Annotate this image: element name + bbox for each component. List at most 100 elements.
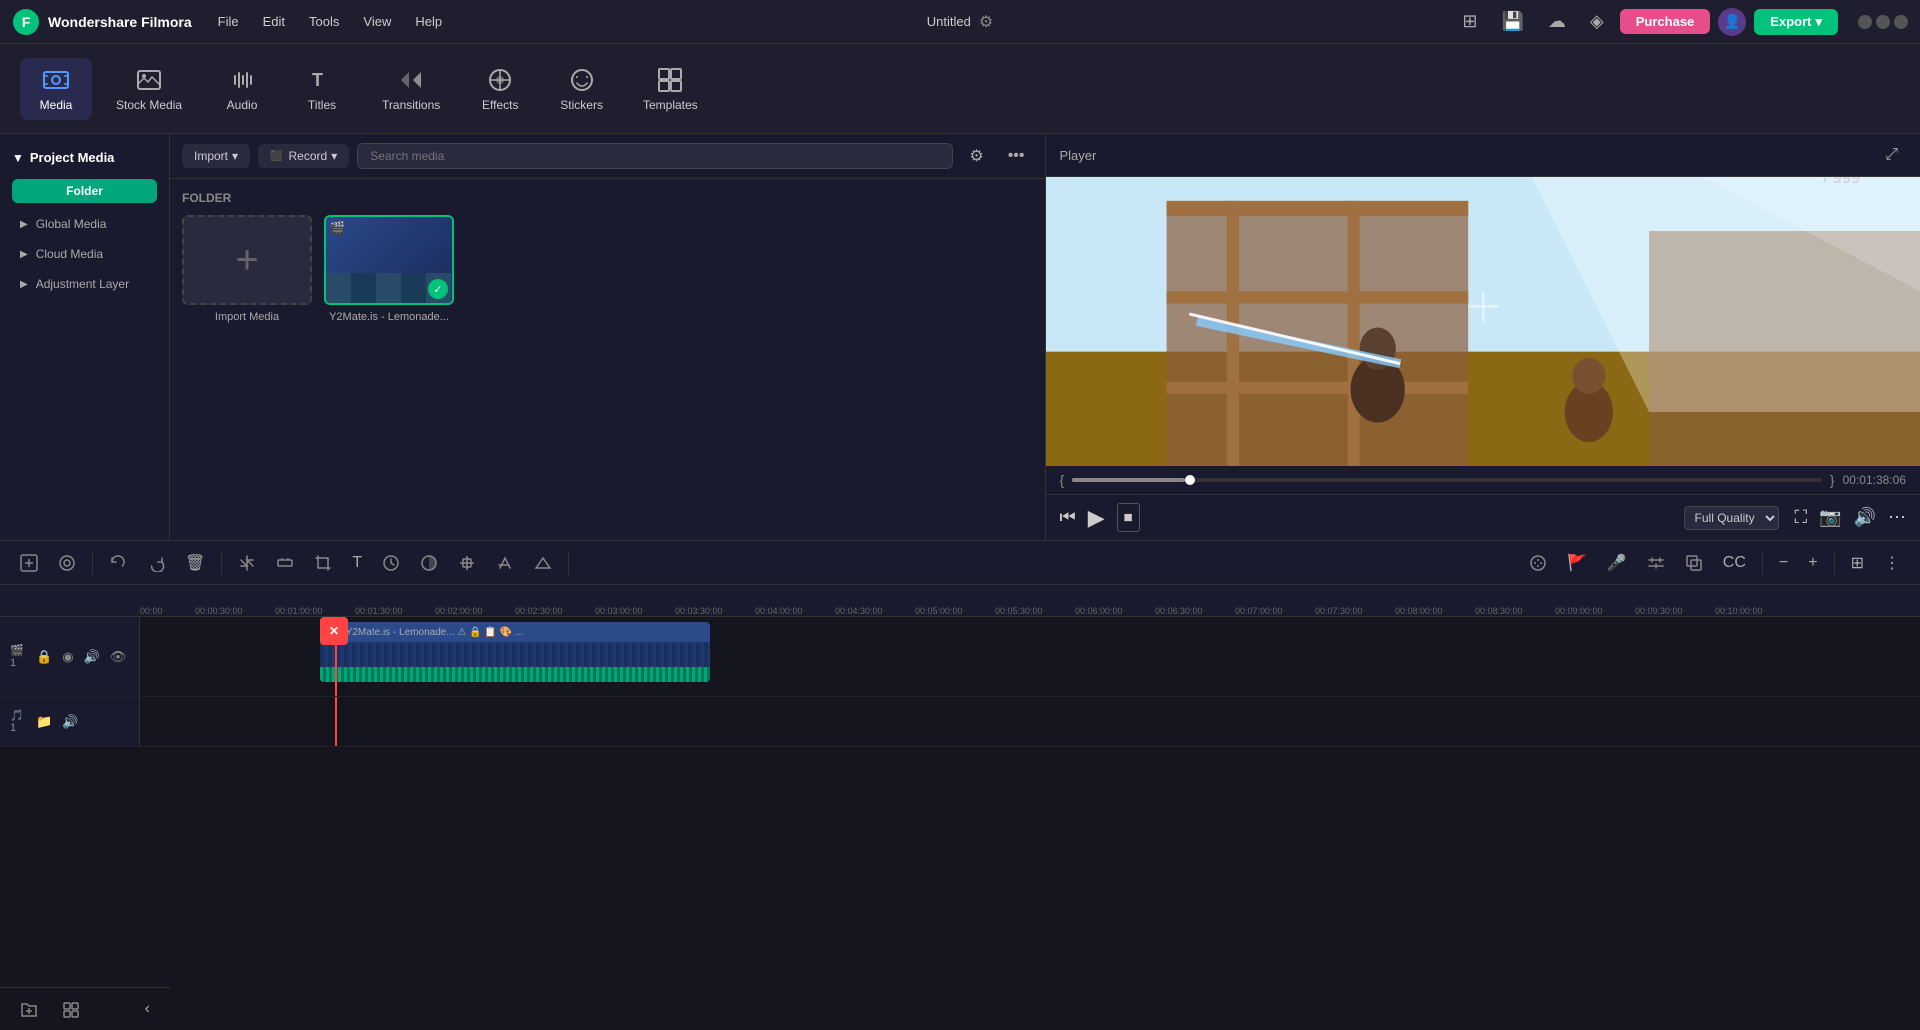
stabilize-btn[interactable]: [450, 550, 484, 576]
quality-select[interactable]: Full Quality 1/2 Quality 1/4 Quality: [1684, 506, 1779, 530]
divider-1: [92, 551, 93, 575]
full-screen-btn[interactable]: ⛶: [1795, 507, 1808, 528]
text-btn[interactable]: T: [344, 550, 370, 576]
tool-transitions[interactable]: Transitions: [366, 58, 456, 120]
audio-folder-btn[interactable]: 📁: [34, 712, 54, 732]
player-timeline: { } 00:01:38:06: [1046, 466, 1920, 494]
speed-btn[interactable]: [374, 550, 408, 576]
video-mute-btn[interactable]: 🔊: [82, 647, 102, 667]
record-dropdown-icon: ▾: [331, 149, 337, 163]
video-media-item[interactable]: 🎬 ✓ Y2Mate.is - Lemonade...: [324, 215, 454, 323]
tool-stickers[interactable]: Stickers: [544, 58, 619, 120]
search-input[interactable]: [357, 143, 953, 169]
audio-mix-btn[interactable]: [1639, 550, 1673, 576]
cloud-icon[interactable]: ☁: [1540, 7, 1574, 36]
progress-thumb[interactable]: [1185, 475, 1195, 485]
video-clip[interactable]: 🎬 Y2Mate.is - Lemonade... ⚠ 🔒 📋 🎨 ...: [320, 622, 710, 682]
tool-effects[interactable]: Effects: [464, 58, 536, 120]
save-icon[interactable]: 💾: [1493, 7, 1531, 36]
audio-detach-btn[interactable]: [268, 550, 302, 576]
delete-btn[interactable]: 🗑: [177, 549, 213, 577]
templates-icon: [656, 66, 684, 94]
maximize-button[interactable]: □: [1876, 15, 1890, 29]
video-eye-btn[interactable]: 👁: [108, 647, 129, 667]
video-solo-btn[interactable]: ◉: [60, 647, 75, 667]
filmora-icon[interactable]: ◈: [1582, 7, 1612, 36]
ai-tools-btn[interactable]: [488, 550, 522, 576]
audio-track-row: 🎵 1 📁 🔊: [0, 697, 1920, 747]
audio-track-number: 🎵 1: [10, 709, 28, 734]
import-media-item[interactable]: + Import Media: [182, 215, 312, 323]
tool-media[interactable]: Media: [20, 58, 92, 120]
zoom-in-btn[interactable]: +: [1800, 550, 1825, 576]
export-label: Export: [1770, 14, 1811, 29]
close-button[interactable]: ✕: [1894, 15, 1908, 29]
stop-btn[interactable]: ⏹: [1117, 503, 1140, 532]
menu-tools[interactable]: Tools: [299, 10, 349, 33]
video-media-label: Y2Mate.is - Lemonade...: [329, 311, 449, 323]
folder-button[interactable]: Folder: [12, 179, 157, 203]
magic-wand-btn[interactable]: [1521, 550, 1555, 576]
tool-media-label: Media: [40, 98, 73, 112]
more-btn[interactable]: •••: [1000, 143, 1033, 169]
import-button[interactable]: Import ▾: [182, 144, 250, 168]
expand-icon: ▶: [20, 219, 28, 230]
menu-file[interactable]: File: [208, 10, 249, 33]
crop-btn[interactable]: [306, 550, 340, 576]
captions-btn[interactable]: CC: [1715, 550, 1754, 576]
zoom-out-btn[interactable]: −: [1771, 550, 1796, 576]
transition-btn[interactable]: [526, 550, 560, 576]
timeline-more-btn[interactable]: ⋮: [1876, 549, 1908, 577]
volume-btn[interactable]: 🔊: [1854, 507, 1876, 528]
filter-btn[interactable]: ⚙: [961, 142, 991, 170]
split-btn[interactable]: [230, 550, 264, 576]
timeline-layout-btn[interactable]: ⊞: [1843, 549, 1872, 577]
fit-to-screen-btn[interactable]: [50, 550, 84, 576]
sidebar-collapse-icon[interactable]: ▼: [12, 151, 24, 165]
user-avatar[interactable]: 👤: [1718, 8, 1746, 36]
undo-btn[interactable]: [101, 550, 135, 576]
sidebar-item-adjustment-layer[interactable]: ▶ Adjustment Layer: [4, 270, 165, 298]
snapshot-btn[interactable]: 📷: [1819, 507, 1841, 528]
stock-media-icon: [135, 66, 163, 94]
flag-btn[interactable]: 🚩: [1559, 549, 1595, 577]
color-btn[interactable]: [412, 550, 446, 576]
redo-btn[interactable]: [139, 550, 173, 576]
media-grid: + Import Media 🎬 ✓ Y2Mate.is - Lemonade.…: [182, 215, 1033, 323]
player-expand-btn[interactable]: ⤢: [1877, 142, 1906, 168]
media-content: FOLDER + Import Media 🎬 ✓: [170, 179, 1045, 335]
record-button[interactable]: ⬛ Record ▾: [258, 144, 349, 168]
import-thumb: +: [182, 215, 312, 305]
tool-stock-media[interactable]: Stock Media: [100, 58, 198, 120]
transitions-icon: [397, 66, 425, 94]
minimize-button[interactable]: ─: [1858, 15, 1872, 29]
export-button[interactable]: Export ▾: [1754, 9, 1838, 35]
play-btn[interactable]: ▶: [1088, 505, 1105, 531]
sidebar-item-cloud-media[interactable]: ▶ Cloud Media: [4, 240, 165, 268]
tool-audio[interactable]: Audio: [206, 58, 278, 120]
tool-titles[interactable]: T Titles: [286, 58, 358, 120]
audio-mute-btn-2[interactable]: 🔊: [60, 712, 80, 732]
add-to-timeline-btn[interactable]: [12, 550, 46, 576]
tool-templates[interactable]: Templates: [627, 58, 714, 120]
time-display: 00:01:38:06: [1843, 473, 1906, 487]
import-dropdown-icon: ▾: [232, 149, 238, 163]
more-player-btn[interactable]: ⋯: [1888, 507, 1906, 528]
out-point-btn[interactable]: }: [1830, 472, 1835, 488]
layout-icon[interactable]: ⊞: [1454, 7, 1485, 36]
video-lock-btn[interactable]: 🔒: [34, 647, 54, 667]
clip-body: [320, 642, 710, 682]
go-to-start-btn[interactable]: ⏮: [1060, 507, 1076, 528]
overlay-btn[interactable]: [1677, 550, 1711, 576]
progress-bar[interactable]: [1072, 478, 1822, 482]
in-point-btn[interactable]: {: [1060, 472, 1065, 488]
purchase-button[interactable]: Purchase: [1620, 9, 1711, 34]
menu-edit[interactable]: Edit: [253, 10, 295, 33]
menu-help[interactable]: Help: [405, 10, 452, 33]
audio-track-controls: 🎵 1 📁 🔊: [0, 697, 140, 746]
mic-btn[interactable]: 🎤: [1599, 549, 1635, 577]
menu-view[interactable]: View: [353, 10, 401, 33]
media-toolbar: Import ▾ ⬛ Record ▾ ⚙ •••: [170, 134, 1045, 179]
sidebar-item-global-media[interactable]: ▶ Global Media: [4, 210, 165, 238]
title-bar-right: ⊞ 💾 ☁ ◈ Purchase 👤 Export ▾ ─ □ ✕: [1454, 7, 1908, 36]
